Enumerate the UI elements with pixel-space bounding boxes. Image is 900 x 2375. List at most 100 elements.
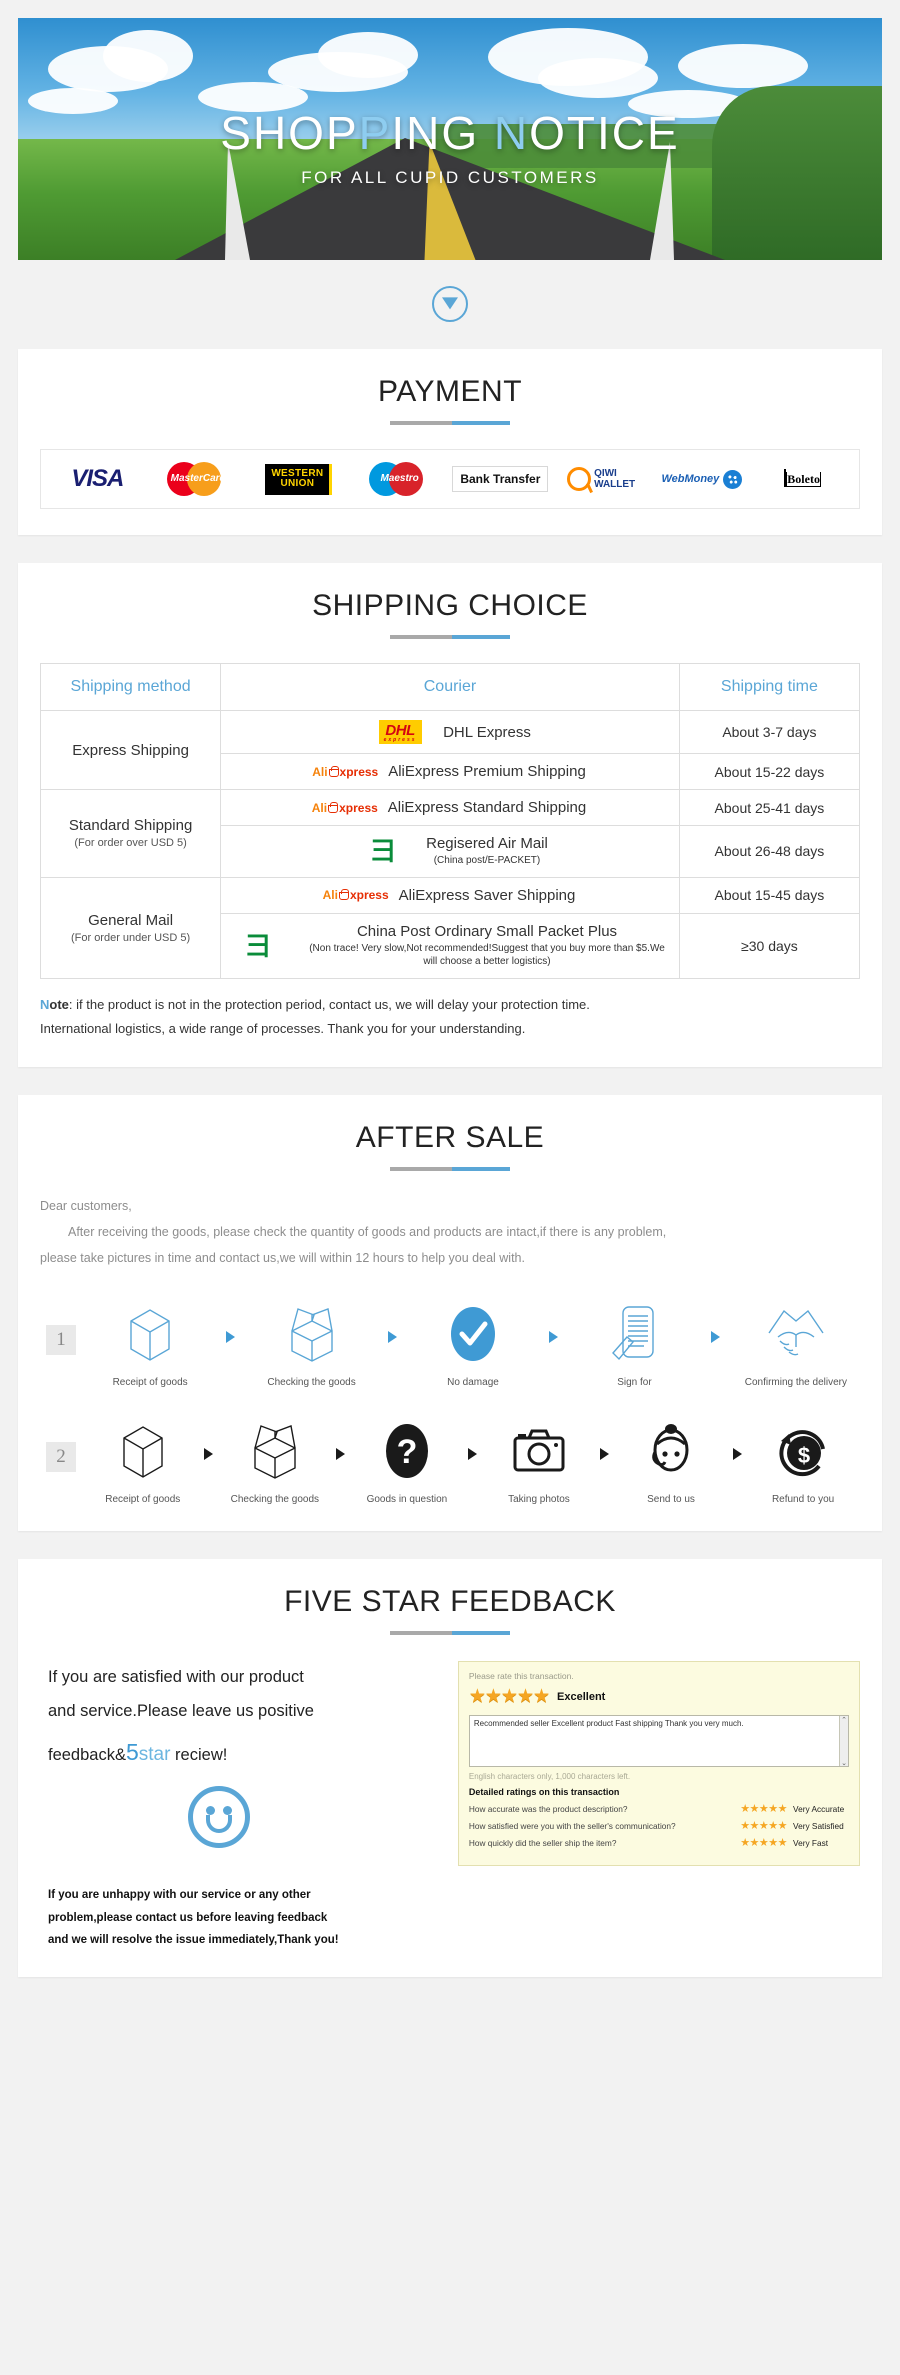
flow-step-label: Receipt of goods xyxy=(105,1494,181,1506)
payment-logo-qiwi: QIWI WALLET xyxy=(553,460,650,498)
feedback-head-line2: and service.Please leave us positive xyxy=(48,1702,314,1721)
flow-step: Taking photos xyxy=(487,1414,591,1505)
scroll-down-area xyxy=(0,260,900,349)
method-sub: (For order under USD 5) xyxy=(70,931,191,944)
note-line-2: International logistics, a wide range of… xyxy=(40,1020,526,1036)
courier-sub: (Non trace! Very slow,Not recommended!Su… xyxy=(309,942,665,968)
method-cell-general: General Mail (For order under USD 5) xyxy=(39,876,222,979)
hero-banner: SHOPPING NOTICE FOR ALL CUPID CUSTOMERS xyxy=(18,18,882,260)
review-textarea[interactable]: Recommended seller Excellent product Fas… xyxy=(468,1715,849,1768)
rating-stars[interactable]: ★★★★★ xyxy=(469,1685,550,1708)
aftersale-card: AFTER SALE Dear customers, After receivi… xyxy=(18,1094,882,1532)
payment-title: PAYMENT xyxy=(377,375,523,408)
maestro-label: Maestro xyxy=(380,473,419,484)
shipping-divider xyxy=(390,635,510,639)
flow-step: $ Refund to you xyxy=(751,1414,855,1505)
aftersale-flow-2: 2 Receipt of goods Checking the goods ? … xyxy=(40,1414,860,1505)
method-sub: (For order over USD 5) xyxy=(74,837,187,850)
detailed-rating-row: How satisfied were you with the seller's… xyxy=(469,1819,849,1832)
mastercard-label: MasterCard xyxy=(170,473,226,484)
banner-title: SHOPPING NOTICE xyxy=(18,106,882,160)
payment-card: PAYMENT VISA MasterCard WESTERN UNION Mae… xyxy=(18,349,882,535)
western-union-logo: WESTERN UNION xyxy=(265,463,333,495)
payment-logo-western-union: WESTERN UNION xyxy=(251,460,348,498)
courier-name: China Post Ordinary Small Packet Plus xyxy=(356,922,618,940)
wu-line2: UNION xyxy=(280,478,315,489)
flow-step-label: Taking photos xyxy=(508,1494,570,1506)
refund-dollar-icon: $ xyxy=(751,1414,855,1488)
note-line1: : if the product is not in the protectio… xyxy=(68,996,590,1012)
feedback-divider xyxy=(390,1631,510,1636)
handshake-icon xyxy=(744,1297,848,1371)
flow-step: Checking the goods xyxy=(260,1297,364,1388)
banner-title-highlight-n: N xyxy=(493,107,530,159)
flow-arrow-icon xyxy=(226,1331,236,1344)
courier-cell: Ali xpress AliExpress Standard Shipping xyxy=(220,789,680,826)
closed-box-icon xyxy=(98,1297,202,1371)
rating-value: Very Fast xyxy=(793,1837,829,1848)
flow-step-label: Confirming the delivery xyxy=(744,1377,847,1389)
rating-word: Excellent xyxy=(557,1690,606,1703)
feedback-foot-line1: If you are unhappy with our service or a… xyxy=(48,1889,311,1902)
flow-step-label: Receipt of goods xyxy=(112,1377,188,1389)
banner-title-highlight-p: P xyxy=(358,107,392,159)
feedback-head-line3b: reciew! xyxy=(170,1745,228,1764)
flow-arrow-icon xyxy=(336,1448,346,1461)
textarea-scrollbar[interactable] xyxy=(839,1716,848,1767)
qiwi-line1: QIWI xyxy=(594,468,617,479)
aftersale-paragraph: Dear customers, After receiving the good… xyxy=(40,1193,860,1272)
feedback-head-line1: If you are satisfied with our product xyxy=(48,1668,304,1687)
feedback-footnote: If you are unhappy with our service or a… xyxy=(48,1884,442,1951)
payment-logo-boleto: Boleto xyxy=(754,460,851,498)
method-name: Standard Shipping xyxy=(68,817,193,835)
table-row: Standard Shipping (For order over USD 5)… xyxy=(39,789,861,878)
smiley-face-icon xyxy=(188,1786,250,1849)
header-shipping-time: Shipping time xyxy=(678,663,861,711)
rating-stars[interactable]: ★★★★★ xyxy=(740,1802,787,1815)
payment-logo-bank-transfer: Bank Transfer xyxy=(452,460,549,498)
shipping-note: Note: if the product is not in the prote… xyxy=(40,993,860,1041)
open-box-icon xyxy=(223,1414,327,1488)
flow-step-label: Send to us xyxy=(647,1494,695,1506)
courier-name: Regisered Air Mail xyxy=(426,835,548,852)
camera-icon xyxy=(487,1414,591,1488)
header-shipping-method: Shipping method xyxy=(39,663,222,711)
detailed-rating-row: How quickly did the seller ship the item… xyxy=(469,1836,849,1849)
flow-step: Receipt of goods xyxy=(91,1414,195,1505)
rating-stars[interactable]: ★★★★★ xyxy=(740,1836,787,1849)
courier-name: AliExpress Standard Shipping xyxy=(387,799,587,816)
chevron-down-icon[interactable] xyxy=(432,286,468,322)
webmoney-logo: WebMoney xyxy=(661,469,743,489)
aliexpress-logo-icon: Ali xpress xyxy=(311,800,378,815)
webmoney-label: WebMoney xyxy=(661,473,720,485)
rating-stars[interactable]: ★★★★★ xyxy=(740,1819,787,1832)
feedback-head-line3a: feedback& xyxy=(48,1745,126,1764)
method-cell-express: Express Shipping xyxy=(39,710,222,790)
question-mark-icon: ? xyxy=(355,1414,459,1488)
signed-document-icon xyxy=(582,1297,686,1371)
banner-title-part3: OTICE xyxy=(529,107,680,159)
flow-step: No damage xyxy=(421,1297,525,1388)
open-box-icon xyxy=(260,1297,364,1371)
detailed-ratings-title: Detailed ratings on this transaction xyxy=(468,1787,620,1798)
flow-step: Confirming the delivery xyxy=(744,1297,848,1388)
feedback-left-column: If you are satisfied with our product an… xyxy=(40,1661,442,1951)
rating-prompt: Please rate this transaction. xyxy=(468,1671,574,1682)
character-limit-text: English characters only, 1,000 character… xyxy=(468,1772,631,1782)
feedback-head-line3: feedback&5star reciew! xyxy=(48,1729,442,1776)
feedback-five: 5 xyxy=(125,1738,139,1765)
aftersale-flow-1: 1 Receipt of goods Checking the goods No… xyxy=(40,1297,860,1388)
shipping-card: SHIPPING CHOICE Shipping method Courier … xyxy=(18,563,882,1067)
check-circle-icon xyxy=(421,1297,525,1371)
flow-step-label: Checking the goods xyxy=(267,1377,356,1389)
courier-cell: 彐 China Post Ordinary Small Packet Plus (… xyxy=(220,912,680,979)
payment-logo-mastercard: MasterCard xyxy=(150,460,247,498)
courier-cell: DHL express DHL Express xyxy=(220,710,680,754)
visa-logo: VISA xyxy=(71,465,124,492)
note-line-1: Note: if the product is not in the prote… xyxy=(40,993,860,1017)
shipping-time: About 15-22 days xyxy=(678,753,861,790)
courier-sub: (China post/E-PACKET) xyxy=(433,855,541,866)
banner-title-part1: SHOP xyxy=(220,107,359,159)
payment-logo-visa: VISA xyxy=(49,460,146,498)
china-post-logo-icon: 彐 xyxy=(370,836,397,867)
